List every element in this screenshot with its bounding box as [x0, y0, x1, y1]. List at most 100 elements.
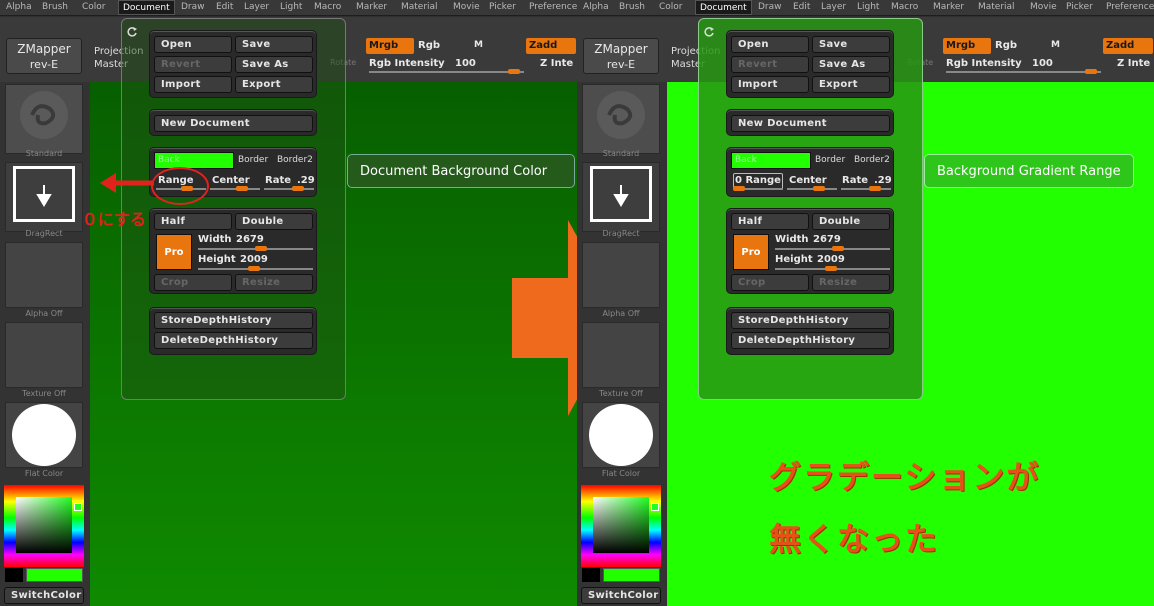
- main-color-swatch-right[interactable]: [603, 568, 660, 582]
- zadd-button-right[interactable]: Zadd: [1103, 38, 1153, 54]
- double-button[interactable]: Double: [235, 213, 313, 230]
- color-marker-icon[interactable]: [74, 503, 82, 511]
- menu-brush-right[interactable]: Brush: [619, 2, 645, 12]
- menu-material-right[interactable]: Material: [978, 2, 1015, 12]
- color-square[interactable]: [16, 497, 72, 553]
- rate-slider[interactable]: [264, 188, 314, 190]
- menu-picker[interactable]: Picker: [489, 2, 516, 12]
- mrgb-button[interactable]: Mrgb: [366, 38, 414, 54]
- resize-button-right[interactable]: Resize: [812, 274, 890, 291]
- m-button[interactable]: M: [474, 40, 483, 50]
- color-marker-icon-right[interactable]: [651, 503, 659, 511]
- menu-document-right[interactable]: Document: [695, 0, 752, 15]
- save-as-button-right[interactable]: Save As: [812, 56, 890, 73]
- zmapper-button-right[interactable]: ZMapper rev-E: [583, 38, 659, 74]
- menu-movie-right[interactable]: Movie: [1030, 2, 1057, 12]
- menu-alpha[interactable]: Alpha: [6, 2, 32, 12]
- center-slider[interactable]: [210, 188, 260, 190]
- dragrect-thumb-right[interactable]: [582, 162, 660, 232]
- delete-depth-history-button-right[interactable]: DeleteDepthHistory: [731, 332, 890, 349]
- back-color-swatch[interactable]: Back: [154, 152, 234, 169]
- export-button-right[interactable]: Export: [812, 76, 890, 93]
- zadd-button[interactable]: Zadd: [526, 38, 576, 54]
- export-button[interactable]: Export: [235, 76, 313, 93]
- delete-depth-history-button[interactable]: DeleteDepthHistory: [154, 332, 313, 349]
- menu-alpha-right[interactable]: Alpha: [583, 2, 609, 12]
- save-button-right[interactable]: Save: [812, 36, 890, 53]
- main-color-swatch[interactable]: [26, 568, 83, 582]
- menu-edit-right[interactable]: Edit: [793, 2, 810, 12]
- center-knob-right[interactable]: [813, 186, 825, 191]
- center-slider-right[interactable]: [787, 188, 837, 190]
- new-document-button[interactable]: New Document: [154, 115, 313, 132]
- material-thumb[interactable]: [5, 402, 83, 468]
- refresh-icon[interactable]: [127, 27, 138, 38]
- dragrect-thumb[interactable]: [5, 162, 83, 232]
- border2-button[interactable]: Border2: [277, 155, 313, 165]
- crop-button[interactable]: Crop: [154, 274, 232, 291]
- standard-brush-thumb-right[interactable]: [582, 84, 660, 154]
- color-picker[interactable]: [4, 485, 84, 567]
- height-knob[interactable]: [248, 266, 260, 271]
- open-button-right[interactable]: Open: [731, 36, 809, 53]
- rgb-intensity-slider[interactable]: [369, 71, 524, 73]
- mrgb-button-right[interactable]: Mrgb: [943, 38, 991, 54]
- standard-brush-thumb[interactable]: [5, 84, 83, 154]
- center-knob[interactable]: [236, 186, 248, 191]
- texture-thumb-right[interactable]: [582, 322, 660, 388]
- secondary-color-swatch-right[interactable]: [582, 568, 600, 582]
- open-button[interactable]: Open: [154, 36, 232, 53]
- half-button-right[interactable]: Half: [731, 213, 809, 230]
- rgb-intensity-knob[interactable]: [508, 69, 520, 74]
- revert-button-right[interactable]: Revert: [731, 56, 809, 73]
- menu-marker[interactable]: Marker: [356, 2, 387, 12]
- rate-knob[interactable]: [292, 186, 304, 191]
- switch-color-button[interactable]: SwitchColor: [4, 587, 84, 604]
- border2-button-right[interactable]: Border2: [854, 155, 890, 165]
- menu-light[interactable]: Light: [280, 2, 302, 12]
- pro-button[interactable]: Pro: [156, 234, 192, 270]
- import-button[interactable]: Import: [154, 76, 232, 93]
- save-as-button[interactable]: Save As: [235, 56, 313, 73]
- store-depth-history-button[interactable]: StoreDepthHistory: [154, 312, 313, 329]
- material-thumb-right[interactable]: [582, 402, 660, 468]
- half-button[interactable]: Half: [154, 213, 232, 230]
- width-knob[interactable]: [255, 246, 267, 251]
- menu-picker-right[interactable]: Picker: [1066, 2, 1093, 12]
- refresh-icon-right[interactable]: [704, 27, 715, 38]
- color-square-right[interactable]: [593, 497, 649, 553]
- menu-movie[interactable]: Movie: [453, 2, 480, 12]
- border-button-right[interactable]: Border: [815, 155, 845, 165]
- menu-layer[interactable]: Layer: [244, 2, 269, 12]
- menu-draw[interactable]: Draw: [181, 2, 205, 12]
- menu-preference[interactable]: Preference: [529, 2, 577, 12]
- menu-marker-right[interactable]: Marker: [933, 2, 964, 12]
- menu-color-right[interactable]: Color: [659, 2, 683, 12]
- save-button[interactable]: Save: [235, 36, 313, 53]
- menu-material[interactable]: Material: [401, 2, 438, 12]
- revert-button[interactable]: Revert: [154, 56, 232, 73]
- color-picker-right[interactable]: [581, 485, 661, 567]
- rgb-button-right[interactable]: Rgb: [995, 40, 1017, 51]
- menu-light-right[interactable]: Light: [857, 2, 879, 12]
- menu-preference-right[interactable]: Preference: [1106, 2, 1154, 12]
- rgb-intensity-knob-right[interactable]: [1085, 69, 1097, 74]
- border-button[interactable]: Border: [238, 155, 268, 165]
- rgb-intensity-slider-right[interactable]: [946, 71, 1101, 73]
- new-document-button-right[interactable]: New Document: [731, 115, 890, 132]
- menu-document[interactable]: Document: [118, 0, 175, 15]
- alpha-thumb-right[interactable]: [582, 242, 660, 308]
- height-knob-right[interactable]: [825, 266, 837, 271]
- menu-macro-right[interactable]: Macro: [891, 2, 918, 12]
- back-color-swatch-right[interactable]: Back: [731, 152, 811, 169]
- switch-color-button-right[interactable]: SwitchColor: [581, 587, 661, 604]
- rate-slider-right[interactable]: [841, 188, 891, 190]
- alpha-thumb[interactable]: [5, 242, 83, 308]
- rgb-button[interactable]: Rgb: [418, 40, 440, 51]
- menu-brush[interactable]: Brush: [42, 2, 68, 12]
- crop-button-right[interactable]: Crop: [731, 274, 809, 291]
- secondary-color-swatch[interactable]: [5, 568, 23, 582]
- menu-macro[interactable]: Macro: [314, 2, 341, 12]
- rate-knob-right[interactable]: [869, 186, 881, 191]
- menu-color[interactable]: Color: [82, 2, 106, 12]
